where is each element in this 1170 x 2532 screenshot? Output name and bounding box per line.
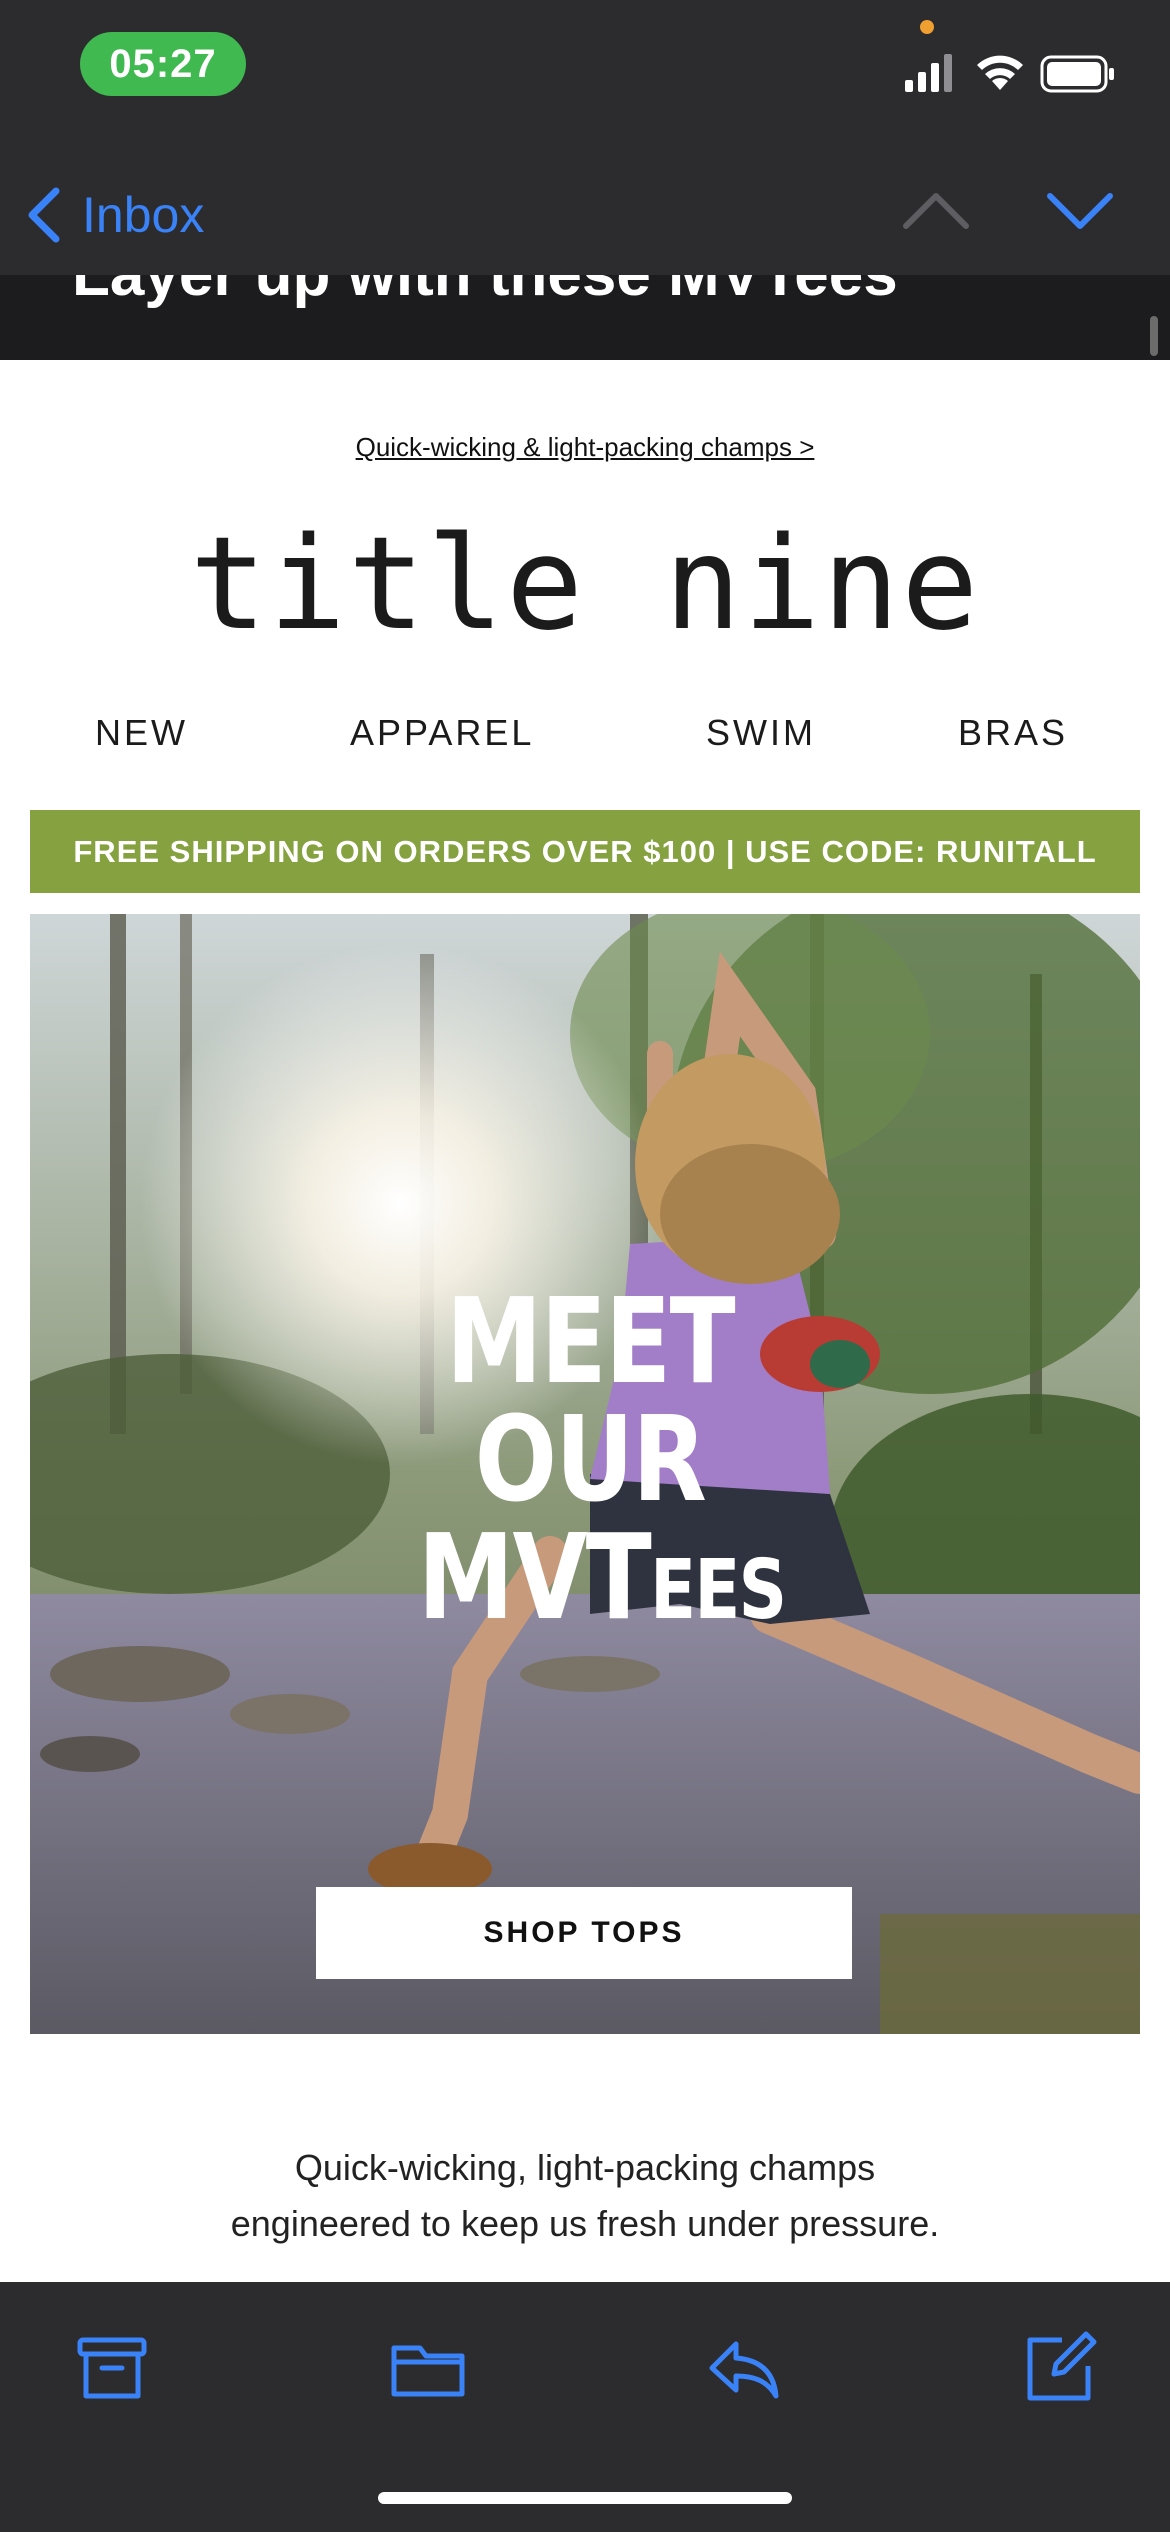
chevron-left-icon bbox=[28, 187, 60, 243]
menu-item-apparel[interactable]: APPAREL bbox=[350, 712, 534, 754]
next-message-chevron-down-icon[interactable] bbox=[1044, 180, 1116, 240]
battery-icon bbox=[1040, 55, 1114, 93]
status-time: 05:27 bbox=[80, 32, 246, 96]
hero-headline: MEET OUR MVTEES bbox=[380, 1282, 800, 1636]
folder-icon[interactable] bbox=[388, 2328, 468, 2408]
email-subject: Layer up with these MVTees bbox=[72, 275, 898, 310]
hero-line-our: OUR bbox=[474, 1390, 707, 1528]
home-indicator[interactable] bbox=[378, 2492, 792, 2504]
menu-item-new[interactable]: NEW bbox=[95, 712, 188, 754]
archive-icon[interactable] bbox=[72, 2328, 152, 2408]
brand-logo[interactable]: title nine bbox=[0, 510, 1170, 659]
menu-item-swim[interactable]: SWIM bbox=[706, 712, 816, 754]
preheader-link[interactable]: Quick-wicking & light-packing champs > bbox=[0, 432, 1170, 463]
compose-icon[interactable] bbox=[1020, 2328, 1100, 2408]
email-tagline: Quick-wicking, light-packing champs engi… bbox=[0, 2140, 1170, 2252]
email-subject-header: Layer up with these MVTees bbox=[0, 275, 1170, 360]
previous-message-chevron-up-icon[interactable] bbox=[900, 180, 972, 240]
back-label: Inbox bbox=[82, 187, 205, 243]
mail-navigation-bar: Inbox bbox=[0, 140, 1170, 275]
free-shipping-banner[interactable]: FREE SHIPPING ON ORDERS OVER $100 | USE … bbox=[30, 810, 1140, 893]
back-to-inbox-button[interactable]: Inbox bbox=[24, 180, 204, 250]
hero-mvt: MVT bbox=[417, 1508, 652, 1646]
hero-line-meet: MEET bbox=[446, 1272, 736, 1410]
shop-tops-button[interactable]: SHOP TOPS bbox=[316, 1887, 852, 1979]
email-body: Quick-wicking & light-packing champs > t… bbox=[0, 360, 1170, 2282]
status-bar: 05:27 bbox=[0, 0, 1170, 140]
cellular-signal-icon bbox=[905, 54, 952, 92]
tagline-line-2: engineered to keep us fresh under pressu… bbox=[230, 2203, 940, 2244]
hero-line-mvtees: MVTEES bbox=[418, 1518, 787, 1636]
scrollbar[interactable] bbox=[1150, 316, 1158, 356]
privacy-indicator-dot bbox=[920, 20, 934, 34]
wifi-icon bbox=[977, 55, 1023, 90]
hero-image[interactable]: MEET OUR MVTEES SHOP TOPS bbox=[30, 914, 1140, 2034]
reply-icon[interactable] bbox=[704, 2328, 784, 2408]
hero-ees: EES bbox=[650, 1543, 787, 1638]
tagline-line-1: Quick-wicking, light-packing champs bbox=[294, 2147, 876, 2188]
menu-item-bras[interactable]: BRAS bbox=[958, 712, 1068, 754]
